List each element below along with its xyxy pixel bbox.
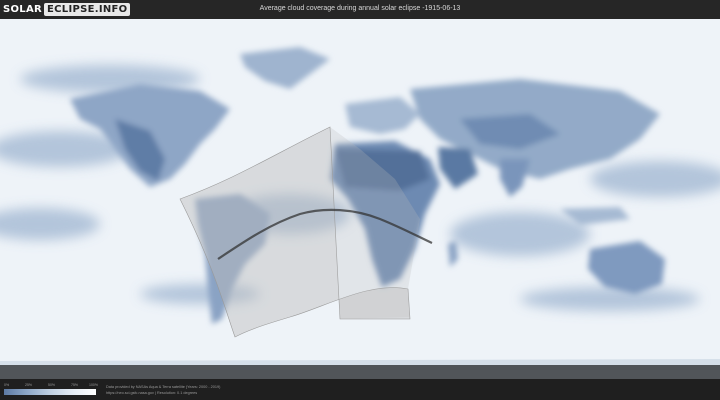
cloud-coverage-legend: 0% 25% 50% 75% 100%: [4, 383, 98, 395]
world-cloud-map: [0, 19, 720, 379]
legend-tick: 25%: [25, 383, 33, 387]
logo-text-left: SOLAR: [3, 4, 43, 15]
footer-bar: 0% 25% 50% 75% 100% Data provided by NAS…: [0, 379, 720, 400]
logo-text-right: ECLIPSE.INFO: [44, 3, 131, 16]
legend-gradient-bar: [4, 389, 96, 395]
eclipse-cloud-map-page: SOLAR ECLIPSE.INFO Average cloud coverag…: [0, 0, 720, 400]
credit-link[interactable]: https://neo.sci.gsfc.nasa.gov | Resoluti…: [106, 390, 220, 396]
legend-tick: 100%: [89, 383, 98, 387]
legend-tick: 50%: [48, 383, 56, 387]
legend-tick: 75%: [71, 383, 79, 387]
header-bar: SOLAR ECLIPSE.INFO Average cloud coverag…: [0, 0, 720, 19]
legend-ticks: 0% 25% 50% 75% 100%: [4, 383, 98, 388]
data-credits: Data provided by NASAs Aqua & Terra sate…: [106, 384, 220, 396]
antarctica-dark-edge: [0, 365, 720, 379]
site-logo[interactable]: SOLAR ECLIPSE.INFO: [3, 3, 131, 16]
legend-tick: 0%: [4, 383, 10, 387]
map-title: Average cloud coverage during annual sol…: [259, 5, 461, 12]
